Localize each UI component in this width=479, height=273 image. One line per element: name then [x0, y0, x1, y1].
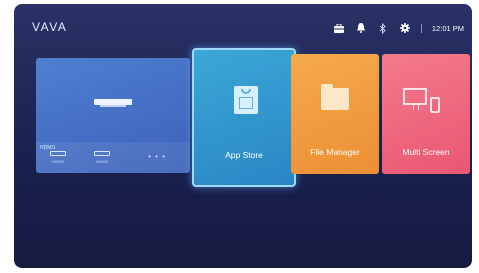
bell-icon[interactable] [355, 22, 367, 34]
toolbox-icon[interactable] [333, 22, 345, 34]
hdmi3-button[interactable]: HDMI3 [80, 142, 124, 173]
hdmi2-button[interactable]: HDMI2 [36, 142, 80, 173]
hdmi-port-icon [50, 151, 66, 156]
gear-icon[interactable] [399, 22, 411, 34]
hdmi3-label: HDMI3 [95, 159, 109, 164]
vava-logo: VAVA [32, 20, 68, 34]
file-manager-tile[interactable]: File Manager [291, 54, 379, 174]
projector-home-screen: VAVA 12:01 PM HDMI1 HDMI2 HDMI3 • • • Ap… [14, 4, 472, 268]
monitor-icon [403, 88, 427, 105]
file-manager-label: File Manager [310, 147, 360, 157]
folder-icon [321, 84, 349, 110]
hdmi-port-icon [94, 151, 110, 156]
clock: 12:01 PM [431, 23, 464, 33]
status-divider [420, 23, 422, 33]
app-store-icon [234, 86, 258, 114]
bluetooth-icon[interactable] [377, 22, 389, 34]
app-store-label: App Store [225, 150, 263, 160]
monitor-stand-icon [413, 105, 419, 110]
phone-icon [430, 97, 440, 113]
status-bar: 12:01 PM [333, 20, 464, 36]
hdmi-sub-bar: HDMI2 HDMI3 • • • [36, 142, 190, 173]
hdmi-device-icon [94, 99, 132, 107]
multi-screen-tile[interactable]: Multi Screen [382, 54, 470, 174]
hdmi2-label: HDMI2 [51, 159, 65, 164]
hdmi1-tile[interactable]: HDMI1 HDMI2 HDMI3 • • • [36, 58, 190, 173]
multi-screen-label: Multi Screen [402, 147, 450, 157]
app-store-tile[interactable]: App Store [192, 48, 296, 187]
more-inputs-button[interactable]: • • • [124, 142, 190, 173]
